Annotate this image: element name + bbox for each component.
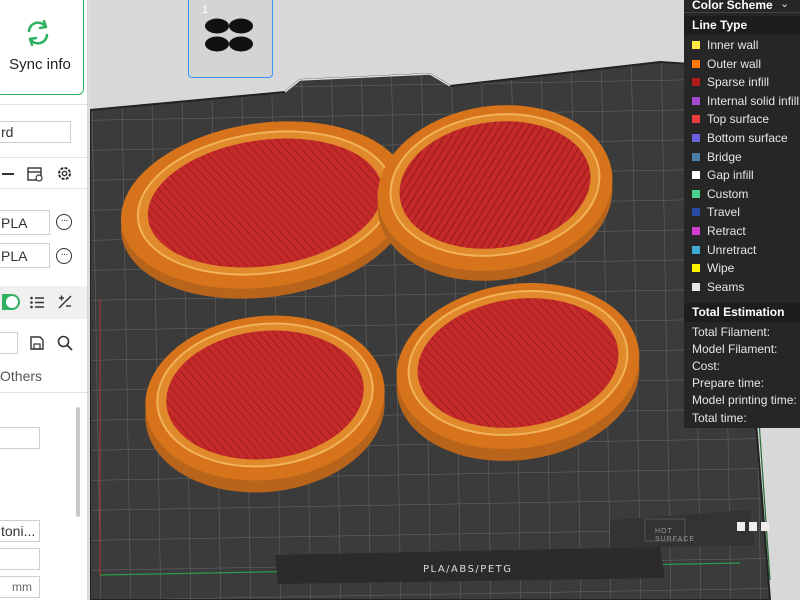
- legend-label: Seams: [707, 279, 745, 294]
- list-icon[interactable]: [30, 296, 45, 309]
- filament-1-more-icon[interactable]: ···: [56, 214, 72, 230]
- compare-icon[interactable]: [57, 294, 73, 310]
- legend-label: Bottom surface: [707, 131, 788, 145]
- filament-1-select[interactable]: PLA: [0, 210, 50, 235]
- sync-info-label: Sync info: [9, 56, 71, 73]
- minus-icon[interactable]: [2, 173, 14, 175]
- printer-settings-icon[interactable]: [26, 165, 44, 183]
- setting-field-3[interactable]: mm: [0, 576, 40, 598]
- line-type-title: Line Type: [692, 18, 748, 32]
- legend-swatch: [692, 96, 700, 105]
- legend-label: Gap infill: [707, 168, 754, 183]
- legend-swatch: [692, 282, 700, 291]
- legend-swatch: [692, 208, 700, 217]
- sync-icon: [27, 20, 49, 46]
- legend-label: Internal solid infill: [707, 93, 800, 108]
- tab-others[interactable]: Others: [0, 368, 42, 384]
- setting-field-2[interactable]: [0, 548, 40, 570]
- trash-icon[interactable]: [735, 520, 775, 532]
- material-value: toni...: [1, 523, 36, 539]
- filament-2-more-icon[interactable]: ···: [56, 248, 72, 264]
- legend-swatch: [692, 264, 700, 273]
- legend-swatch: [692, 115, 700, 124]
- legend-swatch: [692, 134, 700, 142]
- estimation-row: Total Filament:: [692, 325, 771, 339]
- legend-swatch: [692, 171, 700, 180]
- search-icon[interactable]: [57, 335, 73, 351]
- scrollbar[interactable]: [76, 407, 80, 517]
- legend-label: Sparse infill: [707, 75, 770, 90]
- legend-swatch: [692, 78, 700, 87]
- total-estimation-title: Total Estimation: [692, 305, 785, 319]
- legend-swatch: [692, 189, 700, 198]
- color-scheme-panel: Color Scheme ⌄ Line Type Inner wall Outer…: [684, 0, 800, 428]
- save-icon[interactable]: [30, 336, 44, 350]
- printer-name-field[interactable]: rd: [0, 121, 71, 143]
- filament-2-value: PLA: [1, 247, 28, 264]
- filament-1-value: PLA: [1, 214, 28, 231]
- estimation-row: Prepare time:: [692, 376, 765, 391]
- legend-label: Unretract: [707, 242, 757, 257]
- legend-label: Wipe: [707, 261, 735, 276]
- estimation-row: Model Filament:: [692, 342, 778, 357]
- legend-swatch: [692, 152, 700, 161]
- material-field[interactable]: toni...: [0, 520, 40, 542]
- legend-label: Top surface: [707, 112, 770, 127]
- estimation-row: Cost:: [692, 359, 721, 374]
- legend-label: Outer wall: [707, 56, 762, 71]
- divider: [0, 188, 87, 189]
- estimation-row: Total time:: [692, 410, 747, 425]
- divider: [0, 157, 87, 158]
- plate-type-label: PLA/ABS/PETG: [423, 564, 513, 575]
- filament-2-select[interactable]: PLA: [0, 243, 50, 268]
- legend-label: Travel: [707, 205, 740, 220]
- advanced-toggle[interactable]: [2, 294, 20, 310]
- left-sidebar: Sync info rd PLA ··· PLA ··· Others toni…: [0, 0, 88, 600]
- color-scheme-title: Color Scheme: [692, 0, 773, 12]
- divider: [684, 12, 800, 13]
- setting-field-1[interactable]: [0, 427, 40, 449]
- legend-swatch: [692, 59, 700, 68]
- unit-label: mm: [12, 580, 32, 594]
- legend-label: Bridge: [707, 149, 742, 164]
- legend-label: Retract: [707, 224, 746, 238]
- gear-icon[interactable]: [56, 165, 73, 182]
- estimation-row: Model printing time:: [692, 393, 797, 408]
- legend-swatch: [692, 245, 700, 254]
- divider: [0, 104, 87, 105]
- hot-surface-notice: HOT SURFACE: [655, 528, 696, 543]
- legend-label: Custom: [707, 186, 749, 201]
- legend-swatch: [692, 227, 700, 235]
- sync-info-button[interactable]: Sync info: [0, 0, 84, 95]
- chevron-down-icon[interactable]: ⌄: [780, 0, 789, 10]
- preset-field[interactable]: [0, 332, 18, 354]
- legend-label: Inner wall: [707, 38, 759, 52]
- divider: [0, 392, 87, 393]
- printer-name-value: rd: [1, 124, 14, 140]
- legend-swatch: [692, 41, 700, 49]
